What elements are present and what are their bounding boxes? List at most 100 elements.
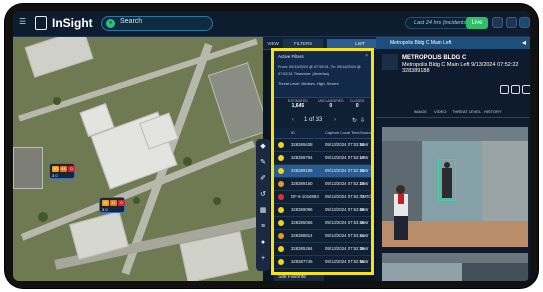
map-tree (38, 212, 48, 222)
more-icon[interactable] (492, 17, 503, 28)
count-chip: 0 (118, 200, 125, 206)
table-row[interactable]: 328388814 09/13/2024 07:53:41 Metr (274, 230, 371, 243)
threat-level-dot (278, 259, 284, 265)
row-id: 328385066 (291, 220, 313, 225)
scene-ceiling (382, 127, 528, 141)
grid-icon[interactable]: ▦ (259, 207, 267, 215)
row-source: Metr (360, 155, 369, 160)
edit-icon[interactable]: ✐ (259, 175, 267, 183)
row-time: 09/13/2024 07:53:41 (325, 233, 365, 238)
detail-subtitle: Metropolis Bldg C Main Left 9/13/2024 07… (402, 62, 519, 74)
help-icon[interactable] (519, 17, 530, 28)
tab-threat-level[interactable]: THREAT LEVEL (452, 109, 481, 114)
table-row[interactable]: 328389438 09/13/2024 07:53:53 Metr (274, 139, 371, 152)
search-label: Search (120, 18, 143, 25)
filter-line: From: 09/13/2024 @ 07:53:31, To: 09/14/2… (278, 65, 361, 69)
prev-page-icon[interactable]: ‹ (292, 117, 294, 123)
search-button[interactable]: ● Search (101, 16, 213, 31)
menu-icon[interactable]: ☰ (19, 18, 27, 26)
tab-history[interactable]: HISTORY (484, 109, 502, 114)
count-value: 0 (329, 103, 333, 109)
row-id: 328389150 (291, 181, 313, 186)
row-source: Metr (360, 207, 369, 212)
pager: ‹ 1 of 33 › ↻ ⇩ (274, 115, 371, 127)
count-estimated: ESTIMATED 1,645 (288, 99, 308, 109)
threat-level-dot (278, 181, 284, 187)
threat-level-dot (278, 168, 284, 174)
row-id: DF-6-1016883 (291, 194, 319, 199)
map-building (24, 37, 94, 78)
location-icon[interactable]: ● (259, 239, 267, 247)
count-chip: 10 (52, 166, 59, 172)
row-id: 328385284 (291, 246, 313, 251)
person-bag (398, 194, 404, 204)
row-id: 328389188 (291, 168, 313, 173)
row-time: 09/13/2024 07:52:23 (325, 168, 365, 173)
table-row[interactable]: 328387746 09/13/2024 07:52:55 Metr (274, 256, 371, 269)
incident-rows: 328389438 09/13/2024 07:53:53 Metr 32838978… (274, 139, 371, 269)
table-row[interactable]: 328385284 09/13/2024 07:52:36 Metr (274, 243, 371, 256)
threat-level-dot (278, 194, 284, 200)
row-time: 09/13/2024 07:52:36 (325, 246, 365, 251)
close-icon[interactable]: × (365, 53, 368, 59)
tab-image[interactable]: IMAGE (414, 109, 427, 114)
history-icon[interactable]: ↺ (259, 191, 267, 199)
row-source: Metr (360, 181, 369, 186)
row-source: Metr (360, 168, 369, 173)
filter-icon[interactable]: ≡ (259, 223, 267, 231)
secondary-camera-image[interactable] (382, 253, 528, 281)
count-summary: ESTIMATED 1,645 UNCLASSIFIED 0 CLOSED 0 (274, 98, 371, 114)
satellite-map[interactable]: 10 44 0 3 0 9 11 0 3 0 (13, 37, 263, 281)
camera-image[interactable] (382, 127, 528, 247)
row-time: 09/13/2024 07:52:23 (325, 181, 365, 186)
layers-icon[interactable]: ◆ (259, 143, 267, 151)
refresh-icon[interactable]: ↻ (352, 117, 357, 124)
map-tree (53, 97, 61, 105)
map-tree (183, 157, 192, 166)
row-id: 328388814 (291, 233, 313, 238)
count-value: 0 (355, 103, 359, 109)
share-icon[interactable] (500, 85, 509, 94)
detail-tabs: IMAGE VIDEO THREAT LEVEL HISTORY (376, 107, 530, 118)
row-time: 09/13/2024 07:52:55 (325, 259, 365, 264)
threat-level-dot (278, 220, 284, 226)
row-id: 328389784 (291, 155, 313, 160)
card-subcounts: 3 0 (52, 173, 58, 178)
table-row[interactable]: 328389784 09/13/2024 07:53:17 Metr (274, 152, 371, 165)
active-filters: Active Filters × From: 09/13/2024 @ 07:5… (274, 51, 371, 98)
table-row[interactable]: 328385066 09/13/2024 07:53:46 Metr (274, 217, 371, 230)
pencil-icon[interactable]: ✎ (259, 159, 267, 167)
camera-marker-card[interactable]: 10 44 0 3 0 (49, 163, 75, 179)
scene-wall (382, 263, 462, 281)
count-chip: 44 (60, 166, 67, 172)
download-icon[interactable]: ⇩ (360, 117, 365, 124)
row-id: 328389096 (291, 207, 313, 212)
row-time: 09/13/2024 07:53:17 (325, 155, 365, 160)
table-row[interactable]: 328389188 09/13/2024 07:52:23 Metr (274, 165, 371, 178)
tab-video[interactable]: VIDEO (434, 109, 446, 114)
table-row[interactable]: 328389096 09/13/2024 07:53:09 Metr (274, 204, 371, 217)
export-icon[interactable] (522, 85, 530, 94)
tab-filters[interactable]: FILTERS (283, 39, 323, 48)
column-header[interactable]: Capture Local Time (325, 130, 360, 135)
count-chip: 9 (102, 200, 109, 206)
tab-view[interactable]: VIEW (265, 39, 281, 48)
row-time: 09/13/2024 07:53:09 (325, 207, 365, 212)
table-row[interactable]: DF-6-1016883 09/13/2024 07:52:42 TARC (274, 191, 371, 204)
device-frame: ☰ InSight ● Search Last 24 hrs (incident… (5, 4, 538, 288)
threat-level-dot (278, 155, 284, 161)
column-header[interactable]: ID (291, 130, 295, 135)
layout-icon[interactable] (506, 17, 517, 28)
map-parking (13, 147, 43, 189)
camera-marker-card[interactable]: 9 11 0 3 0 (99, 197, 125, 213)
table-row[interactable]: 328389150 09/13/2024 07:52:23 Metr (274, 178, 371, 191)
column-header[interactable]: Source (360, 130, 371, 135)
next-page-icon[interactable]: › (334, 117, 336, 123)
zoom-in-icon[interactable]: + (259, 255, 267, 263)
document-icon[interactable] (511, 85, 520, 94)
threat-level-dot (278, 246, 284, 252)
collapse-icon[interactable]: ◂ (522, 38, 526, 47)
top-bar: ☰ InSight ● Search Last 24 hrs (incident… (13, 11, 530, 37)
live-button[interactable]: Live (466, 17, 488, 29)
row-source: Metr (360, 220, 369, 225)
